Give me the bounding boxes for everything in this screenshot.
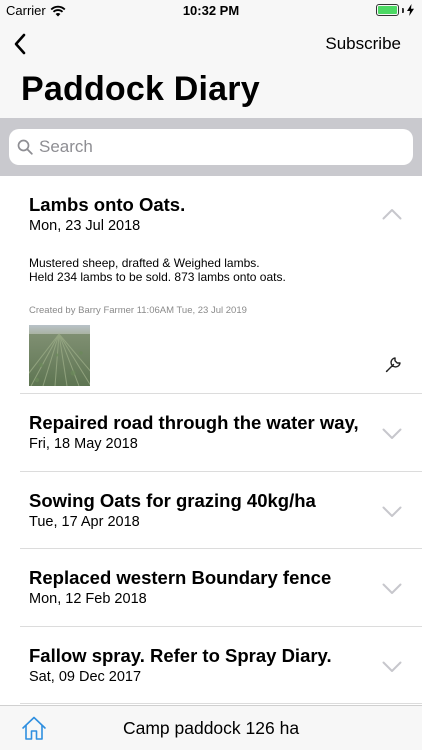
paddock-label: Camp paddock 126 ha [122, 718, 300, 738]
crop-field-photo [29, 325, 90, 386]
battery-level [378, 6, 397, 14]
entry-title: Repaired road through the water way, [29, 412, 359, 433]
chevron-down-icon[interactable] [382, 583, 402, 595]
entry-date: Mon, 23 Jul 2018 [29, 218, 141, 234]
entry-date: Tue, 17 Apr 2018 [29, 513, 140, 530]
diary-list: Lambs onto Oats. Mon, 23 Jul 2018 Muster… [0, 176, 422, 704]
search-input[interactable] [39, 137, 379, 157]
subscribe-button[interactable]: Subscribe [325, 34, 401, 54]
battery-tip [402, 7, 404, 13]
status-bar: Carrier 10:32 PM [0, 0, 422, 22]
magnifier-icon [17, 139, 33, 155]
battery-indicator [376, 4, 414, 16]
entry-date: Mon, 12 Feb 2018 [29, 591, 147, 607]
entry-date: Sat, 09 Dec 2017 [29, 668, 142, 685]
chevron-left-icon [14, 33, 26, 55]
bottom-bar: Camp paddock 126 ha [0, 705, 422, 750]
chevron-down-icon[interactable] [382, 506, 402, 518]
search-field[interactable] [9, 129, 413, 165]
search-bar [0, 118, 422, 176]
entry-title: Fallow spray. Refer to Spray Diary. [29, 644, 332, 666]
back-button[interactable] [10, 32, 34, 56]
chevron-down-icon[interactable] [382, 428, 402, 440]
status-time: 10:32 PM [182, 3, 240, 18]
diary-entry[interactable]: Repaired road through the water way, Fri… [20, 394, 422, 472]
chevron-up-icon[interactable] [382, 208, 402, 220]
entry-title: Lambs onto Oats. [29, 194, 186, 215]
diary-entry-expanded[interactable]: Lambs onto Oats. Mon, 23 Jul 2018 Muster… [20, 176, 422, 394]
entry-note-line: Mustered sheep, drafted & Weighed lambs. [29, 256, 260, 270]
entry-title: Sowing Oats for grazing 40kg/ha [29, 489, 316, 511]
diary-entry[interactable]: Replaced western Boundary fence Mon, 12 … [20, 549, 422, 627]
entry-created-by: Created by Barry Farmer 11:06AM Tue, 23 … [29, 305, 247, 316]
diary-entry[interactable]: Sowing Oats for grazing 40kg/ha Tue, 17 … [20, 472, 422, 549]
battery-icon [376, 4, 399, 16]
entry-title: Replaced western Boundary fence [29, 567, 332, 588]
page-title: Paddock Diary [21, 70, 260, 108]
bolt-icon [407, 4, 414, 16]
entry-date: Fri, 18 May 2018 [29, 436, 138, 452]
navigation-bar: Subscribe Paddock Diary [0, 22, 422, 118]
wrench-icon[interactable] [384, 356, 402, 374]
entry-note-line: Held 234 lambs to be sold. 873 lambs ont… [29, 270, 286, 284]
diary-entry[interactable]: Fallow spray. Refer to Spray Diary. Sat,… [20, 627, 422, 704]
entry-photo-thumbnail[interactable] [29, 325, 90, 386]
chevron-down-icon[interactable] [382, 661, 402, 673]
